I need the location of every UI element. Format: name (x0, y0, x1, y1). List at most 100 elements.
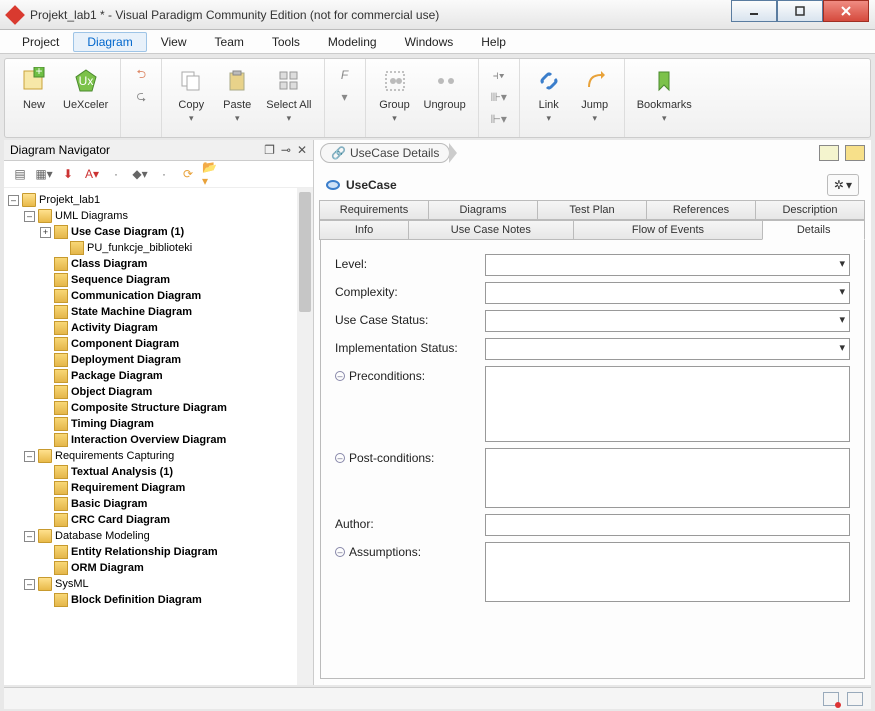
tab-details[interactable]: Details (762, 220, 865, 240)
select-all-button[interactable]: Select All▾ (262, 63, 315, 126)
panel-close-icon[interactable]: ✕ (297, 143, 307, 157)
undo-button[interactable]: ⮌ (131, 65, 151, 85)
tree-node[interactable]: Requirement Diagram (8, 480, 309, 496)
close-button[interactable] (823, 0, 869, 22)
tree-node[interactable]: Component Diagram (8, 336, 309, 352)
tree-node[interactable]: Communication Diagram (8, 288, 309, 304)
folder-icon (38, 577, 52, 591)
tree-node[interactable]: Basic Diagram (8, 496, 309, 512)
align-1[interactable]: ⫞▾ (489, 65, 509, 85)
group-button[interactable]: Group▾ (374, 63, 416, 126)
folder-icon (38, 529, 52, 543)
mail-icon[interactable] (823, 692, 839, 706)
nav-tool-8[interactable]: ⟳ (178, 164, 198, 184)
uexceler-button[interactable]: Ux UeXceler (59, 63, 112, 113)
nav-tool-4[interactable]: A▾ (82, 164, 102, 184)
tree-node[interactable]: PU_funkcje_biblioteki (8, 240, 309, 256)
implstatus-combo[interactable] (485, 338, 850, 360)
nav-tool-7[interactable]: · (154, 164, 174, 184)
tree-node[interactable]: Class Diagram (8, 256, 309, 272)
usecase-details-tab[interactable]: 🔗 UseCase Details (320, 143, 450, 163)
align-2[interactable]: ⊪▾ (489, 87, 509, 107)
panel-restore-icon[interactable]: ❐ (264, 143, 275, 157)
minimize-button[interactable] (731, 0, 777, 22)
tree-node[interactable]: –Requirements Capturing (8, 448, 309, 464)
postconditions-input[interactable] (485, 448, 850, 508)
ucstatus-combo[interactable] (485, 310, 850, 332)
new-button[interactable]: + New (13, 63, 55, 113)
assumptions-input[interactable] (485, 542, 850, 602)
tree-node[interactable]: Interaction Overview Diagram (8, 432, 309, 448)
note-icon[interactable] (847, 692, 863, 706)
align-3[interactable]: ⊩▾ (489, 109, 509, 129)
copy-button[interactable]: Copy▾ (170, 63, 212, 126)
link-button[interactable]: Link▾ (528, 63, 570, 126)
tree-node[interactable]: Deployment Diagram (8, 352, 309, 368)
nav-tool-1[interactable]: ▤ (10, 164, 30, 184)
tree-node[interactable]: Timing Diagram (8, 416, 309, 432)
tab-diagrams[interactable]: Diagrams (428, 200, 538, 220)
settings-button[interactable]: ✲▾ (827, 174, 859, 196)
tree-node[interactable]: –Projekt_lab1 (8, 192, 309, 208)
uexceler-icon: Ux (70, 65, 102, 97)
tree-node[interactable]: ORM Diagram (8, 560, 309, 576)
collapse-icon[interactable]: – (335, 371, 345, 381)
menu-diagram[interactable]: Diagram (73, 32, 146, 52)
navigator-toolbar: ▤ ▦▾ ⬇ A▾ · ◆▾ · ⟳ 📂▾ (4, 161, 313, 188)
tree-node[interactable]: –UML Diagrams (8, 208, 309, 224)
menu-tools[interactable]: Tools (258, 32, 314, 52)
collapse-icon[interactable]: – (335, 547, 345, 557)
level-combo[interactable] (485, 254, 850, 276)
maximize-button[interactable] (777, 0, 823, 22)
nav-tool-5[interactable]: · (106, 164, 126, 184)
tab-usecase-notes[interactable]: Use Case Notes (408, 220, 574, 240)
tree-node[interactable]: Object Diagram (8, 384, 309, 400)
tab-testplan[interactable]: Test Plan (537, 200, 647, 220)
menu-windows[interactable]: Windows (391, 32, 468, 52)
ungroup-button[interactable]: Ungroup (420, 63, 470, 113)
tree-node[interactable]: Textual Analysis (1) (8, 464, 309, 480)
menu-project[interactable]: Project (8, 32, 73, 52)
author-input[interactable] (485, 514, 850, 536)
tree-scrollbar[interactable] (297, 188, 313, 685)
tree-label: Composite Structure Diagram (71, 402, 227, 414)
complexity-combo[interactable] (485, 282, 850, 304)
collapse-icon[interactable]: – (335, 453, 345, 463)
tab-requirements[interactable]: Requirements (319, 200, 429, 220)
tree-node[interactable]: –SysML (8, 576, 309, 592)
nav-tool-2[interactable]: ▦▾ (34, 164, 54, 184)
diagram-icon (54, 337, 68, 351)
menu-modeling[interactable]: Modeling (314, 32, 391, 52)
menu-view[interactable]: View (147, 32, 201, 52)
tree-node[interactable]: Block Definition Diagram (8, 592, 309, 608)
diagram-tree[interactable]: –Projekt_lab1–UML Diagrams+Use Case Diag… (4, 188, 313, 685)
view-icon-2[interactable] (845, 145, 865, 161)
nav-tool-3[interactable]: ⬇ (58, 164, 78, 184)
jump-button[interactable]: Jump▾ (574, 63, 616, 126)
tree-node[interactable]: State Machine Diagram (8, 304, 309, 320)
tree-node[interactable]: Activity Diagram (8, 320, 309, 336)
tree-node[interactable]: Composite Structure Diagram (8, 400, 309, 416)
tab-references[interactable]: References (646, 200, 756, 220)
preconditions-input[interactable] (485, 366, 850, 442)
nav-tool-6[interactable]: ◆▾ (130, 164, 150, 184)
menu-team[interactable]: Team (201, 32, 258, 52)
tree-node[interactable]: Package Diagram (8, 368, 309, 384)
tree-node[interactable]: Sequence Diagram (8, 272, 309, 288)
tab-description[interactable]: Description (755, 200, 865, 220)
format-dropdown[interactable]: ▾ (335, 87, 355, 107)
panel-pin-icon[interactable]: ⊸ (281, 143, 291, 157)
paste-button[interactable]: Paste▾ (216, 63, 258, 126)
tab-flow-events[interactable]: Flow of Events (573, 220, 764, 240)
tab-info[interactable]: Info (319, 220, 409, 240)
bookmarks-button[interactable]: Bookmarks▾ (633, 63, 696, 126)
tree-node[interactable]: –Database Modeling (8, 528, 309, 544)
tree-node[interactable]: CRC Card Diagram (8, 512, 309, 528)
redo-button[interactable]: ⮎ (131, 87, 151, 107)
nav-tool-9[interactable]: 📂▾ (202, 164, 222, 184)
view-icon-1[interactable] (819, 145, 839, 161)
italic-button[interactable]: F (335, 65, 355, 85)
tree-node[interactable]: +Use Case Diagram (1) (8, 224, 309, 240)
menu-help[interactable]: Help (467, 32, 520, 52)
tree-node[interactable]: Entity Relationship Diagram (8, 544, 309, 560)
